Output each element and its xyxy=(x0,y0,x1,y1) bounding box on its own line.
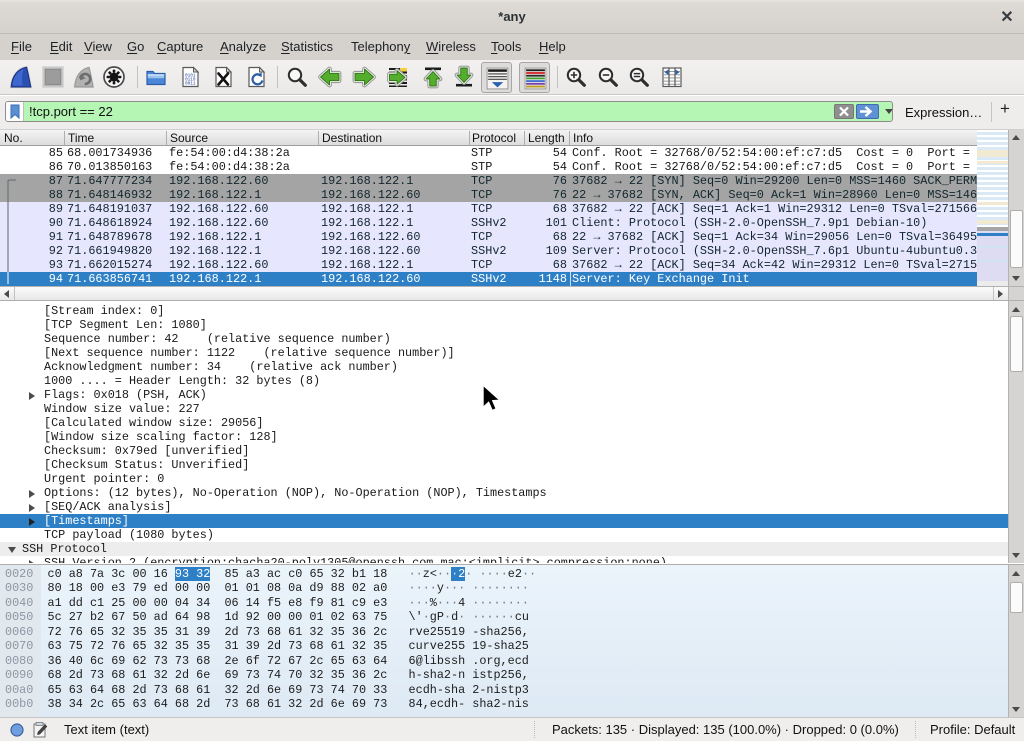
svg-text:0011: 0011 xyxy=(185,82,196,87)
